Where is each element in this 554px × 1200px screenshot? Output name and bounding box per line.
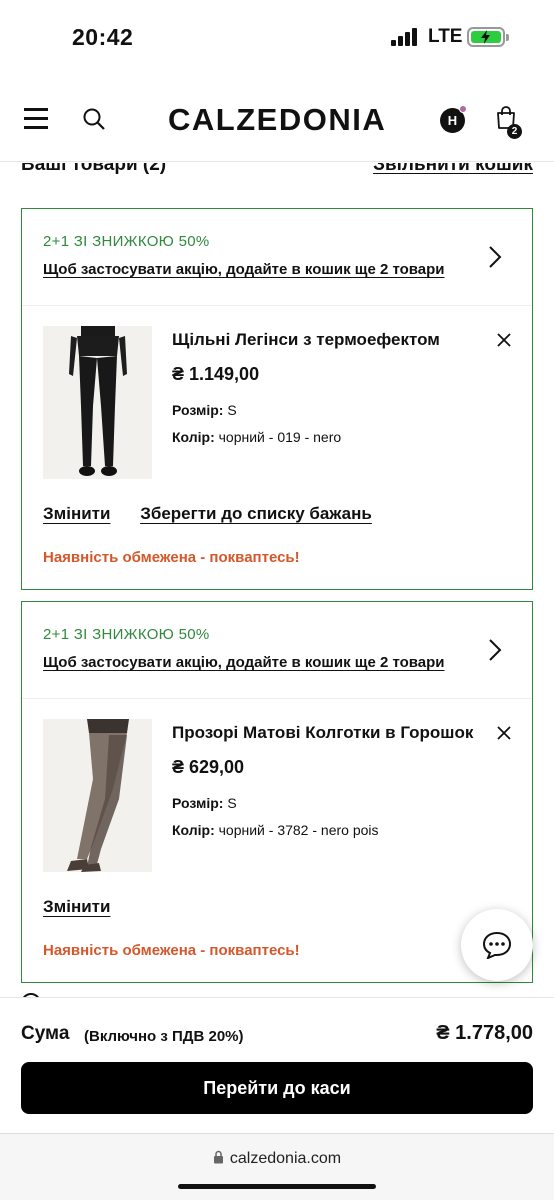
- size-label: Розмір:: [172, 795, 224, 811]
- chat-icon: [482, 931, 512, 959]
- color-value: чорний - 3782 - nero pois: [218, 822, 379, 838]
- cart-heading: Ваші товари (2) Звільнити кошик: [0, 163, 554, 183]
- url-display[interactable]: calzedonia.com: [0, 1150, 554, 1168]
- size-value: S: [227, 795, 237, 811]
- chevron-right-icon[interactable]: [488, 245, 502, 269]
- product-price: ₴ 629,00: [172, 757, 245, 777]
- clear-cart-link[interactable]: Звільнити кошик: [373, 163, 533, 176]
- product-size: Розмір: S: [172, 402, 237, 418]
- product-color: Колір: чорний - 019 - nero: [172, 429, 341, 445]
- brand-logo[interactable]: CALZEDONIA: [168, 102, 386, 138]
- checkout-button[interactable]: Перейти до каси: [21, 1062, 533, 1114]
- close-icon[interactable]: [496, 332, 512, 348]
- change-item-link[interactable]: Змінити: [43, 504, 110, 523]
- menu-icon[interactable]: [24, 108, 48, 129]
- item-actions: Змінити Зберегти до списку бажань: [43, 504, 397, 524]
- total-amount: ₴ 1.778,00: [436, 1022, 533, 1044]
- product-price: ₴ 1.149,00: [172, 364, 260, 384]
- chat-button[interactable]: [461, 909, 533, 981]
- availability-warning: Наявність обмежена - покваптесь!: [43, 942, 300, 959]
- product-size: Розмір: S: [172, 795, 237, 811]
- product-name[interactable]: Щільні Легінси з термоефектом: [172, 330, 482, 350]
- product-image-leggings[interactable]: [43, 326, 152, 479]
- promo-title: 2+1 ЗІ ЗНИЖКОЮ 50%: [43, 233, 210, 250]
- home-indicator: [178, 1184, 376, 1189]
- signal-icon: [391, 28, 419, 46]
- status-time: 20:42: [72, 24, 134, 50]
- network-label: LTE: [428, 26, 463, 47]
- close-icon[interactable]: [496, 725, 512, 741]
- lock-icon: [213, 1150, 223, 1164]
- url-text: calzedonia.com: [229, 1150, 342, 1167]
- status-bar: 20:42 LTE: [0, 0, 554, 78]
- availability-warning: Наявність обмежена - покваптесь!: [43, 549, 300, 566]
- account-avatar[interactable]: Н: [440, 105, 467, 133]
- color-label: Колір:: [172, 822, 215, 838]
- promo-description[interactable]: Щоб застосувати акцію, додайте в кошик щ…: [43, 654, 445, 671]
- order-summary-bar: Сума (Включно з ПДВ 20%) ₴ 1.778,00 Пере…: [0, 997, 554, 1133]
- cart-title: Ваші товари (2): [21, 163, 167, 175]
- search-icon[interactable]: [82, 107, 106, 131]
- change-item-link[interactable]: Змінити: [43, 897, 110, 916]
- notification-dot: [459, 105, 467, 113]
- battery-icon: [467, 27, 509, 47]
- avatar-initial: Н: [447, 113, 458, 128]
- color-label: Колір:: [172, 429, 215, 445]
- vat-note: (Включно з ПДВ 20%): [84, 1028, 244, 1045]
- cart-item-card: 2+1 ЗІ ЗНИЖКОЮ 50% Щоб застосувати акцію…: [21, 601, 533, 983]
- item-actions: Змінити: [43, 897, 135, 917]
- product-image-tights[interactable]: [43, 719, 152, 872]
- promo-description[interactable]: Щоб застосувати акцію, додайте в кошик щ…: [43, 261, 445, 278]
- site-header: CALZEDONIA Н 2: [0, 82, 554, 162]
- product-name[interactable]: Прозорі Матові Колготки в Горошок: [172, 723, 482, 743]
- promo-banner[interactable]: 2+1 ЗІ ЗНИЖКОЮ 50% Щоб застосувати акцію…: [22, 209, 532, 306]
- chevron-right-icon[interactable]: [488, 638, 502, 662]
- product-color: Колір: чорний - 3782 - nero pois: [172, 822, 379, 838]
- save-to-wishlist-link[interactable]: Зберегти до списку бажань: [140, 504, 372, 523]
- total-label: Сума: [21, 1023, 70, 1044]
- cart-item-card: 2+1 ЗІ ЗНИЖКОЮ 50% Щоб застосувати акцію…: [21, 208, 533, 590]
- color-value: чорний - 019 - nero: [218, 429, 342, 445]
- promo-banner[interactable]: 2+1 ЗІ ЗНИЖКОЮ 50% Щоб застосувати акцію…: [22, 602, 532, 699]
- promo-title: 2+1 ЗІ ЗНИЖКОЮ 50%: [43, 626, 210, 643]
- browser-address-bar[interactable]: calzedonia.com: [0, 1133, 554, 1200]
- cart-count-badge: 2: [507, 124, 522, 139]
- size-label: Розмір:: [172, 402, 224, 418]
- size-value: S: [227, 402, 237, 418]
